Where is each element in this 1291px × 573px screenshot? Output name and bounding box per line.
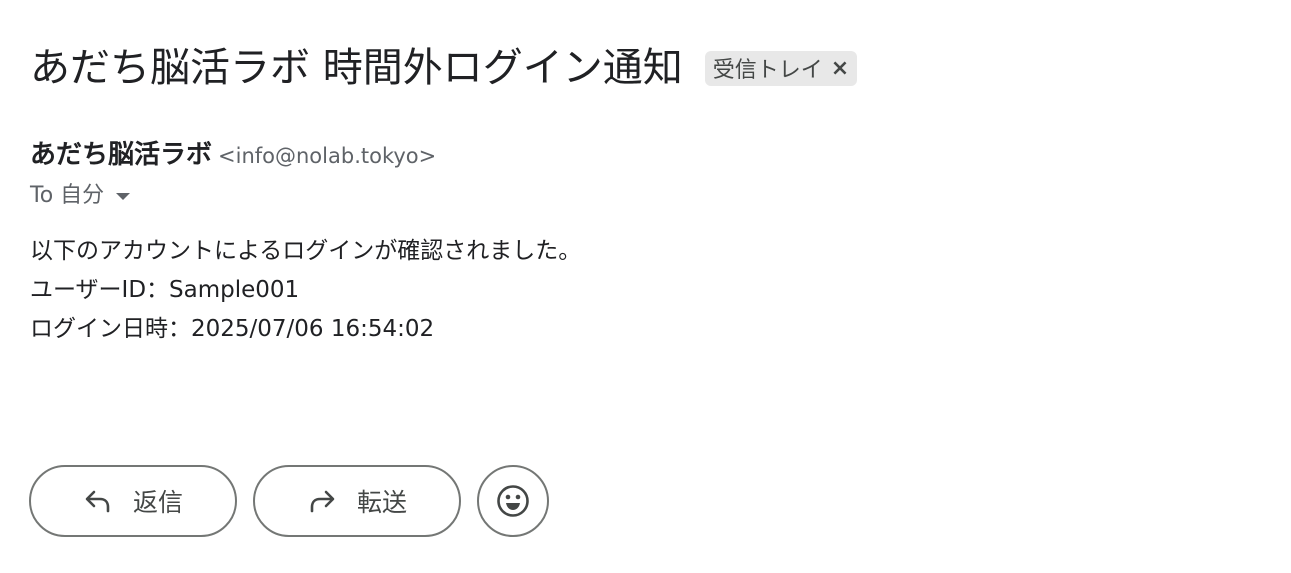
forward-button[interactable]: 転送 — [253, 465, 461, 537]
email-body: 以下のアカウントによるログインが確認されました。 ユーザーID：Sample00… — [30, 232, 581, 349]
emoji-reaction-button[interactable] — [477, 465, 549, 537]
reply-label: 返信 — [132, 488, 183, 517]
reply-arrow-icon — [85, 490, 110, 513]
action-bar: 返信 転送 — [29, 465, 549, 537]
label-chip-text: 受信トレイ — [712, 58, 823, 83]
sender-email: <info@nolab.tokyo> — [218, 144, 437, 168]
body-line: ログイン日時：2025/07/06 16:54:02 — [30, 316, 435, 342]
email-subject: あだち脳活ラボ 時間外ログイン通知 — [30, 45, 683, 91]
body-line: ユーザーID：Sample001 — [30, 277, 300, 303]
label-chip-inbox[interactable]: 受信トレイ × — [704, 50, 858, 86]
reply-button[interactable]: 返信 — [29, 465, 237, 537]
smiley-icon — [497, 485, 529, 517]
forward-arrow-icon — [310, 490, 335, 513]
recipient-label: To 自分 — [30, 183, 105, 208]
sender-row: あだち脳活ラボ <info@nolab.tokyo> — [30, 137, 436, 176]
sender-name[interactable]: あだち脳活ラボ — [30, 140, 212, 170]
forward-label: 転送 — [356, 488, 407, 517]
remove-label-button[interactable]: × — [831, 56, 849, 81]
chevron-down-icon[interactable] — [116, 192, 131, 200]
recipient-row: To 自分 — [30, 180, 131, 212]
subject-row: あだち脳活ラボ 時間外ログイン通知 受信トレイ × — [30, 40, 858, 96]
body-line: 以下のアカウントによるログインが確認されました。 — [30, 238, 582, 264]
